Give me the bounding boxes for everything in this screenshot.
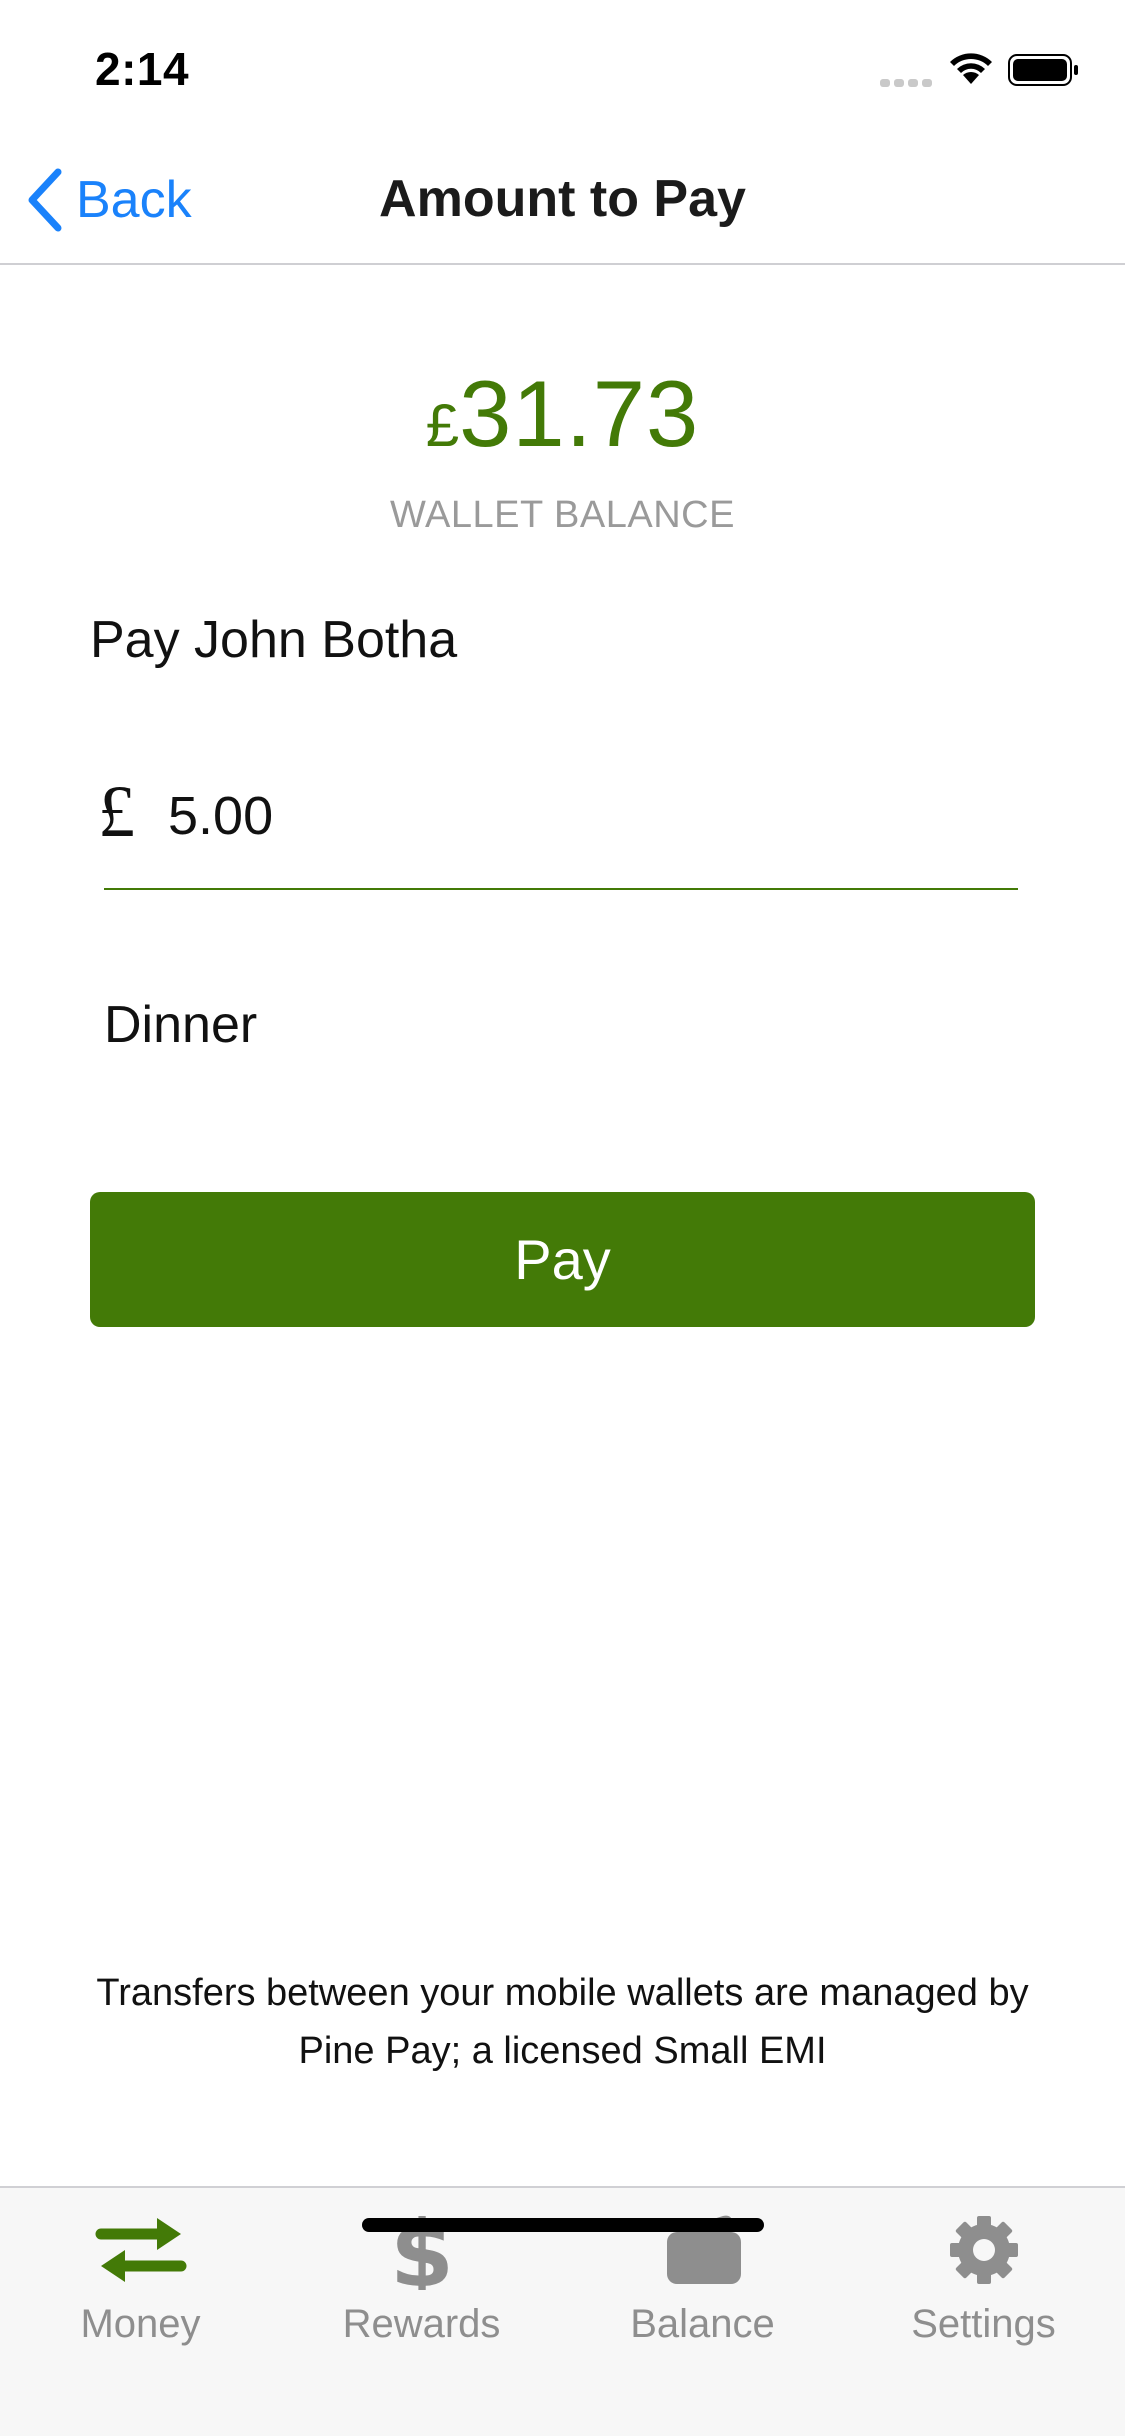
amount-input[interactable] xyxy=(168,784,968,848)
tab-rewards-label: Rewards xyxy=(342,2302,501,2346)
amount-currency-symbol: £ xyxy=(98,771,135,853)
tab-rewards[interactable]: $ Rewards xyxy=(281,2188,562,2358)
payee-label: Pay John Botha xyxy=(90,611,458,669)
home-indicator xyxy=(362,2218,764,2232)
pay-button[interactable]: Pay xyxy=(90,1192,1035,1327)
cellular-signal-icon xyxy=(880,74,936,87)
amount-underline xyxy=(104,888,1018,890)
status-time: 2:14 xyxy=(95,43,190,95)
balance-amount: 31.73 xyxy=(459,361,700,466)
disclaimer-text: Transfers between your mobile wallets ar… xyxy=(40,1964,1085,2080)
tab-balance-label: Balance xyxy=(630,2302,775,2346)
reference-note-input[interactable] xyxy=(104,990,1004,1060)
wallet-balance: £31.73 xyxy=(0,360,1125,468)
amount-field: £ xyxy=(90,770,1020,892)
disclaimer-line-2: Pine Pay; a licensed Small EMI xyxy=(298,2030,827,2072)
wifi-icon xyxy=(950,53,992,84)
disclaimer-line-1: Transfers between your mobile wallets ar… xyxy=(96,1972,1029,2014)
navigation-bar: Back Amount to Pay xyxy=(0,135,1125,265)
tab-money[interactable]: Money xyxy=(0,2188,281,2358)
tab-money-label: Money xyxy=(80,2302,201,2346)
wallet-balance-label: WALLET BALANCE xyxy=(390,494,735,536)
page-title: Amount to Pay xyxy=(379,170,746,228)
battery-icon xyxy=(1008,54,1078,86)
tab-settings[interactable]: Settings xyxy=(843,2188,1124,2358)
balance-currency: £ xyxy=(425,392,460,459)
gear-icon xyxy=(949,2216,1018,2284)
tab-balance[interactable]: Balance xyxy=(562,2188,843,2358)
tab-settings-label: Settings xyxy=(911,2302,1056,2346)
status-bar: 2:14 xyxy=(0,0,1125,135)
transfer-arrows-icon xyxy=(95,2218,186,2282)
